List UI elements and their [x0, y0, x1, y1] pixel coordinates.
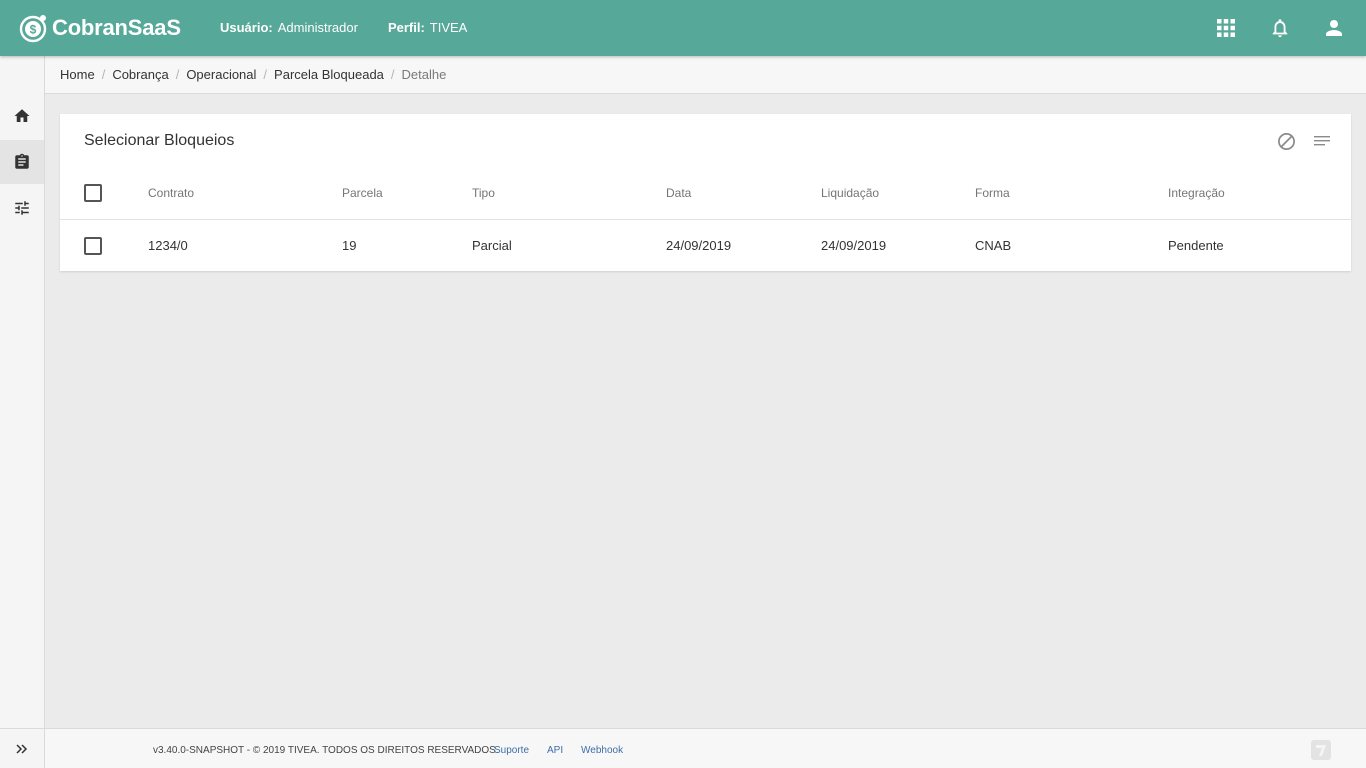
table-row[interactable]: 1234/0 19 Parcial 24/09/2019 24/09/2019 … — [60, 220, 1351, 271]
profile-label: Perfil: — [387, 20, 425, 35]
breadcrumb-separator: / — [175, 67, 180, 82]
breadcrumb-cobranca[interactable]: Cobrança — [112, 67, 168, 82]
column-header-liquidacao[interactable]: Liquidação — [821, 166, 879, 219]
cell-integracao: Pendente — [1168, 238, 1224, 253]
breadcrumb-parcela-bloqueada[interactable]: Parcela Bloqueada — [274, 67, 384, 82]
user-info: Usuário: Administrador Perfil: TIVEA — [220, 20, 467, 35]
footer-link-api[interactable]: API — [547, 745, 563, 756]
apps-grid-icon[interactable] — [1210, 12, 1242, 44]
column-header-parcela[interactable]: Parcela — [342, 166, 383, 219]
svg-text:$: $ — [30, 23, 37, 37]
breadcrumb: Home / Cobrança / Operacional / Parcela … — [45, 56, 1366, 94]
profile-field: Perfil: TIVEA — [388, 20, 467, 35]
footer: v3.40.0-SNAPSHOT - © 2019 TIVEA. TODOS O… — [45, 728, 1366, 768]
footer-link-webhook[interactable]: Webhook — [581, 745, 623, 756]
select-all-cell — [84, 166, 102, 219]
breadcrumb-separator: / — [101, 67, 106, 82]
cell-data: 24/09/2019 — [666, 238, 732, 253]
breadcrumb-operacional[interactable]: Operacional — [186, 67, 256, 82]
bell-icon-graphic — [1272, 19, 1288, 38]
row-select-cell — [84, 220, 102, 271]
cell-tipo: Parcial — [472, 238, 512, 253]
block-icon-graphic — [1277, 132, 1295, 150]
account-icon[interactable] — [1318, 12, 1350, 44]
block-icon[interactable] — [1275, 130, 1297, 152]
filter-list-icon[interactable] — [1311, 130, 1333, 152]
select-all-checkbox[interactable] — [84, 183, 102, 202]
clipboard-icon — [15, 153, 29, 169]
breadcrumb-detalhe: Detalhe — [401, 67, 447, 82]
user-field: Usuário: Administrador — [220, 20, 358, 35]
cell-contrato: 1234/0 — [148, 238, 188, 253]
table-header-row: Contrato Parcela Tipo Data Liquidação Fo… — [60, 166, 1351, 220]
breadcrumb-home[interactable]: Home — [60, 67, 95, 82]
sidebar-item-clipboard[interactable] — [0, 140, 44, 184]
user-label: Usuário: — [220, 20, 273, 35]
filter-list-icon-graphic — [1314, 136, 1330, 146]
column-header-forma[interactable]: Forma — [975, 166, 1010, 219]
sidebar-item-home[interactable] — [0, 94, 44, 138]
notifications-bell-icon[interactable] — [1264, 12, 1296, 44]
profile-value: TIVEA — [429, 20, 468, 35]
sidebar-item-settings[interactable] — [0, 186, 44, 230]
home-icon — [14, 109, 30, 122]
footer-link-suporte[interactable]: Suporte — [494, 745, 529, 756]
logo-icon: $ — [19, 15, 47, 43]
sidebar-expand-button[interactable] — [0, 728, 44, 768]
card-actions — [1275, 130, 1333, 152]
column-header-contrato[interactable]: Contrato — [148, 166, 194, 219]
company-logo-icon — [1311, 740, 1331, 760]
selection-card: Selecionar Bloqueios Contrato Parcela Ti… — [60, 114, 1351, 271]
double-chevron-right-icon — [16, 743, 28, 754]
card-title: Selecionar Bloqueios — [84, 132, 235, 149]
footer-copyright: v3.40.0-SNAPSHOT - © 2019 TIVEA. TODOS O… — [153, 745, 499, 756]
breadcrumb-separator: / — [263, 67, 268, 82]
column-header-data[interactable]: Data — [666, 166, 691, 219]
apps-grid-icon-graphic — [1217, 19, 1235, 37]
account-icon-graphic — [1326, 20, 1342, 36]
cell-liquidacao: 24/09/2019 — [821, 238, 887, 253]
sidebar — [0, 56, 45, 768]
brand-name: CobranSaaS — [52, 15, 181, 40]
settings-sliders-icon — [15, 201, 29, 215]
column-header-integracao[interactable]: Integração — [1168, 166, 1225, 219]
user-value: Administrador — [277, 20, 358, 35]
cell-forma: CNAB — [975, 238, 1012, 253]
breadcrumb-separator: / — [390, 67, 395, 82]
cell-parcela: 19 — [342, 238, 357, 253]
app-logo[interactable]: $ CobranSaaS — [18, 10, 181, 46]
top-app-bar: $ CobranSaaS Usuário: Administrador Perfi… — [0, 0, 1366, 56]
header-actions — [1210, 0, 1350, 56]
column-header-tipo[interactable]: Tipo — [472, 166, 495, 219]
row-checkbox[interactable] — [84, 236, 102, 255]
